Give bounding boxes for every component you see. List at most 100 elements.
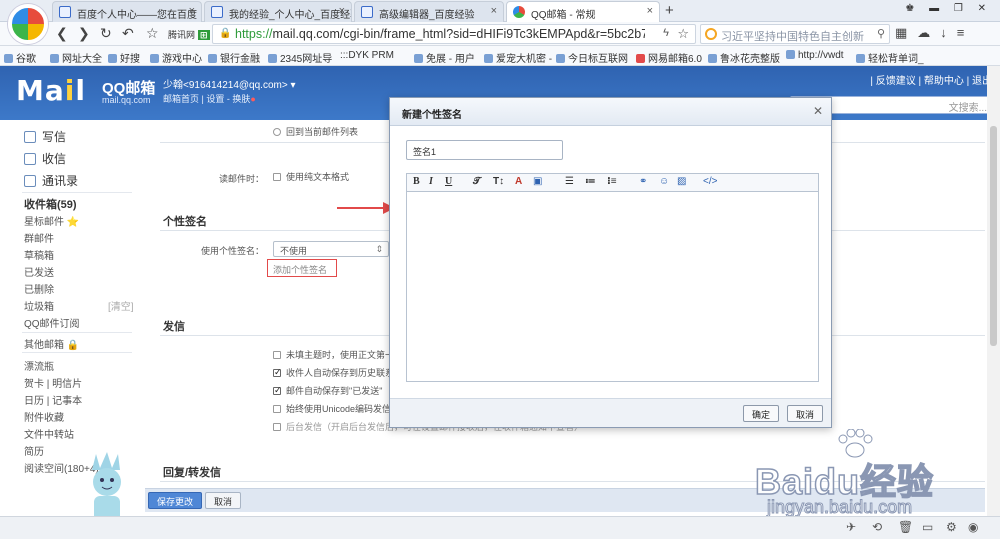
inbox-button[interactable]: 收信 bbox=[24, 150, 66, 167]
folder-spam[interactable]: 垃圾箱 [清空] bbox=[24, 298, 134, 313]
close-icon[interactable]: × bbox=[339, 5, 345, 17]
favorite-star-icon[interactable]: ☆ bbox=[146, 25, 159, 42]
bookmark-item[interactable]: http://vwdt bbox=[786, 50, 844, 61]
checkbox-icon[interactable] bbox=[273, 351, 281, 359]
send-option-1[interactable]: 未填主题时，使用正文第一 bbox=[273, 348, 394, 361]
forward-icon[interactable]: ❯ bbox=[78, 25, 90, 42]
folder-inbox[interactable]: 收件箱(59) bbox=[24, 196, 77, 212]
url-bar[interactable]: 🔒 https://mail.qq.com/cgi-bin/frame_html… bbox=[212, 24, 696, 44]
bookmark-item[interactable]: 鲁冰花壳整版 bbox=[708, 50, 780, 65]
checkbox-checked-icon[interactable] bbox=[273, 385, 282, 396]
folder-sent[interactable]: 已发送 bbox=[24, 264, 54, 279]
checkbox-icon[interactable] bbox=[273, 173, 281, 181]
link-icon[interactable]: ⚭ bbox=[639, 176, 647, 187]
font-family-icon[interactable]: 𝒯 bbox=[473, 176, 481, 187]
close-icon[interactable]: × bbox=[189, 5, 195, 17]
folder-subscription[interactable]: QQ邮件订阅 bbox=[24, 315, 80, 330]
trash-icon[interactable]: 🗑 bbox=[898, 520, 913, 534]
contacts-button[interactable]: 通讯录 bbox=[24, 172, 78, 189]
undo-icon[interactable]: ↶ bbox=[122, 25, 134, 42]
font-color-icon[interactable]: A bbox=[515, 176, 522, 187]
clear-spam-link[interactable]: [清空] bbox=[108, 298, 134, 313]
cancel-button[interactable]: 取消 bbox=[205, 492, 242, 509]
mail-logo[interactable]: Mail bbox=[16, 74, 86, 107]
signature-editor[interactable] bbox=[406, 192, 819, 382]
bookmark-item[interactable]: :::DYK PRM bbox=[340, 50, 394, 61]
emoji-icon[interactable]: ☺ bbox=[659, 176, 669, 187]
cards-postcards[interactable]: 贺卡 | 明信片 bbox=[24, 375, 82, 390]
add-signature-link[interactable]: 添加个性签名 bbox=[267, 259, 337, 277]
flash-icon[interactable]: ϟ bbox=[663, 27, 669, 39]
numbered-list-icon[interactable]: ≔ bbox=[585, 176, 596, 187]
gear-icon[interactable]: ⚙ bbox=[946, 520, 957, 534]
user-links[interactable]: 邮箱首页 | 设置 - 换肤● bbox=[163, 92, 256, 105]
underline-icon[interactable]: U bbox=[445, 176, 452, 187]
folder-starred[interactable]: 星标邮件 ⭐ bbox=[24, 213, 79, 228]
browser-logo-icon[interactable] bbox=[8, 4, 48, 44]
close-icon[interactable]: × bbox=[647, 5, 653, 17]
bookmark-item[interactable]: 银行金融 bbox=[208, 50, 260, 65]
window-controls[interactable]: ♚ ▬ ❐ ✕ bbox=[905, 3, 992, 14]
search-icon[interactable]: ⚲ bbox=[877, 27, 885, 40]
source-code-icon[interactable]: </> bbox=[703, 176, 717, 187]
dialog-cancel-button[interactable]: 取消 bbox=[786, 405, 823, 422]
ok-button[interactable]: 确定 bbox=[742, 405, 779, 422]
back-to-list-option[interactable]: 回到当前邮件列表 bbox=[273, 125, 358, 138]
drift-bottle[interactable]: 漂流瓶 bbox=[24, 358, 54, 373]
top-links[interactable]: | 反馈建议 | 帮助中心 | 退出 bbox=[870, 72, 992, 87]
bookmark-item[interactable]: 轻松背单词_ bbox=[856, 50, 924, 65]
toolbar-icons[interactable]: ▦☁↓≡ bbox=[895, 25, 974, 41]
bookmark-item[interactable]: 爱宠大机密 - bbox=[484, 50, 552, 65]
bookmark-item[interactable]: 谷歌 bbox=[4, 50, 36, 65]
camera-icon[interactable]: ◉ bbox=[968, 520, 978, 534]
bookmark-item[interactable]: 免展 - 用户 bbox=[414, 50, 475, 65]
tab-my-experience[interactable]: 我的经验_个人中心_百度经验 × bbox=[204, 1, 352, 22]
send-option-3[interactable]: 邮件自动保存到"已发送" bbox=[273, 384, 382, 397]
italic-icon[interactable]: I bbox=[429, 176, 433, 187]
checkbox-icon[interactable] bbox=[273, 405, 281, 413]
close-icon[interactable]: ✕ bbox=[813, 104, 823, 118]
checkbox-checked-icon[interactable] bbox=[273, 367, 282, 378]
back-icon[interactable]: ❮ bbox=[56, 25, 68, 42]
pin-icon[interactable]: ✈ bbox=[846, 520, 856, 534]
folder-group[interactable]: 群邮件 bbox=[24, 230, 54, 245]
browser-search-box[interactable]: 习近平坚持中国特色自主创新 ⚲ bbox=[700, 24, 890, 44]
bookmark-item[interactable]: 2345网址导 bbox=[268, 50, 332, 65]
radio-icon[interactable] bbox=[273, 128, 281, 136]
other-mailbox[interactable]: 其他邮箱 🔒 bbox=[24, 336, 79, 351]
signature-select[interactable]: 不使用 ⇕ bbox=[273, 241, 389, 257]
plain-text-checkbox[interactable]: 使用纯文本格式 bbox=[273, 170, 349, 183]
file-transfer[interactable]: 文件中转站 bbox=[24, 426, 74, 441]
share-icon[interactable]: ⟲ bbox=[872, 520, 882, 534]
url-text[interactable]: https://mail.qq.com/cgi-bin/frame_html?s… bbox=[235, 27, 645, 41]
write-button[interactable]: 写信 bbox=[24, 128, 66, 145]
align-icon[interactable]: ☰ bbox=[565, 176, 574, 187]
bullet-list-icon[interactable]: ⁝≡ bbox=[607, 176, 617, 187]
close-icon[interactable]: × bbox=[491, 5, 497, 17]
folder-drafts[interactable]: 草稿箱 bbox=[24, 247, 54, 262]
search-text[interactable]: 习近平坚持中国特色自主创新 bbox=[721, 28, 871, 44]
new-tab-icon[interactable]: + bbox=[665, 2, 674, 19]
bookmark-item[interactable]: 好搜 bbox=[108, 50, 140, 65]
window-icon[interactable]: ▭ bbox=[922, 520, 933, 534]
scrollbar-thumb[interactable] bbox=[990, 126, 997, 346]
send-option-2[interactable]: 收件人自动保存到历史联系 bbox=[273, 366, 394, 379]
background-color-icon[interactable]: ▣ bbox=[533, 176, 542, 187]
user-email[interactable]: 少翰<916414214@qq.com> ▾ bbox=[163, 76, 295, 91]
resume[interactable]: 简历 bbox=[24, 443, 44, 458]
site-label[interactable]: 腾讯网 ⊞ bbox=[168, 28, 210, 41]
save-changes-button[interactable]: 保存更改 bbox=[148, 492, 203, 509]
folder-deleted[interactable]: 已删除 bbox=[24, 281, 54, 296]
image-icon[interactable]: ▨ bbox=[677, 176, 686, 187]
signature-name-input[interactable]: 签名1 bbox=[406, 140, 563, 160]
tab-qq-mail[interactable]: QQ邮箱 - 常规 × bbox=[506, 1, 660, 22]
bookmark-item[interactable]: 网易邮箱6.0 bbox=[636, 50, 702, 65]
bookmark-item[interactable]: 今日标互联网 bbox=[556, 50, 628, 65]
bookmark-item[interactable]: 网址大全 bbox=[50, 50, 102, 65]
send-option-4[interactable]: 始终使用Unicode编码发信 bbox=[273, 402, 391, 415]
bookmark-item[interactable]: 游戏中心 bbox=[150, 50, 202, 65]
bookmark-star-icon[interactable]: ☆ bbox=[677, 26, 689, 42]
reload-icon[interactable]: ↻ bbox=[100, 25, 112, 42]
font-size-icon[interactable]: T↕ bbox=[493, 176, 504, 187]
attachment-favorites[interactable]: 附件收藏 bbox=[24, 409, 64, 424]
